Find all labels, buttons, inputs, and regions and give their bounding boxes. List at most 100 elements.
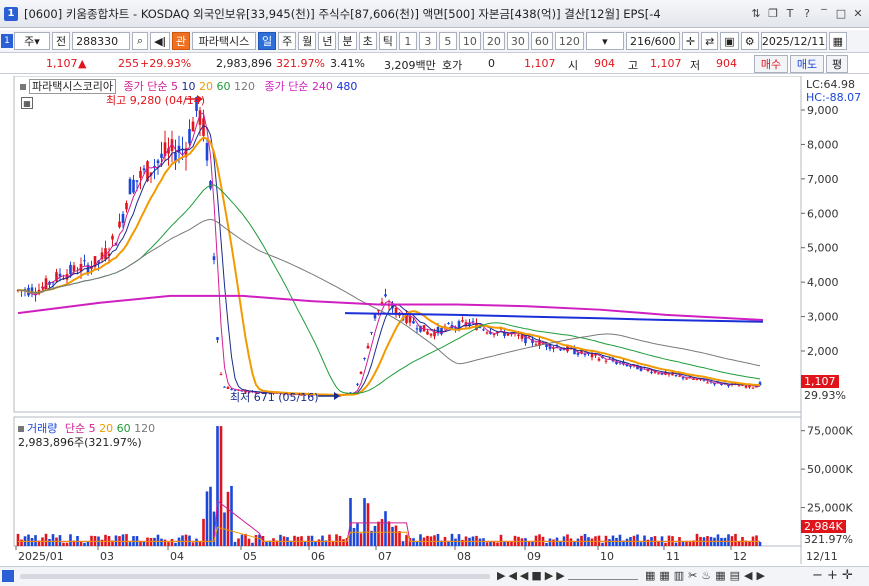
bar-count[interactable]: 216/600 [625, 32, 680, 50]
interval-60[interactable]: 60 [530, 32, 553, 50]
save-icon[interactable]: ▣ [720, 32, 739, 50]
close-icon[interactable]: ✕ [851, 6, 865, 20]
pin-icon[interactable]: T [783, 6, 797, 20]
sound-icon[interactable]: ◀ǀ [150, 32, 170, 50]
volume-bar [716, 534, 720, 546]
crosshair-icon[interactable]: ✛ [681, 32, 700, 50]
candle-body [597, 358, 601, 361]
volume-bar [240, 534, 244, 546]
price-tick-label: 5,000 [807, 242, 839, 255]
candle-body [226, 387, 230, 390]
period-week[interactable]: 주 [278, 32, 297, 50]
bid-label: 호가 [442, 59, 463, 72]
interval-1[interactable]: 1 [398, 32, 417, 50]
volume-bar [625, 538, 629, 546]
sell-button[interactable]: 매도 [790, 55, 824, 73]
period-tick[interactable]: 틱 [378, 32, 397, 50]
candle-body [692, 378, 695, 380]
period-minute[interactable]: 분 [338, 32, 357, 50]
interval-30[interactable]: 30 [506, 32, 529, 50]
low-arrow-head [334, 392, 340, 400]
volume-bar [590, 538, 594, 546]
zoom-slider[interactable] [568, 572, 638, 580]
period-type-select[interactable]: 주 ▾ [14, 32, 50, 50]
zoom-controls[interactable]: − + ✛ [812, 568, 853, 583]
period-second[interactable]: 초 [358, 32, 377, 50]
volume-bar [174, 542, 177, 546]
candle-body [650, 371, 653, 373]
x-tick-label: 2025/01 [18, 550, 64, 563]
last-pct-tag: 29.93% [804, 389, 846, 402]
link-icon[interactable]: ⇅ [749, 6, 763, 20]
change-value: 255 [118, 57, 139, 70]
candle-body [191, 121, 195, 132]
buy-button[interactable]: 매수 [754, 55, 788, 73]
interval-dropdown[interactable]: ▾ [585, 32, 624, 50]
interval-3[interactable]: 3 [418, 32, 437, 50]
volume-ratio: 321.97% [276, 57, 325, 70]
volume-bar [20, 539, 23, 546]
volume-bar [618, 534, 622, 546]
candle-body [447, 323, 450, 325]
stock-code-input[interactable]: 288330 [72, 32, 131, 50]
view-tools[interactable]: ▦▦▥✂♨▦▤◀▶ [645, 569, 769, 582]
volume-bar [153, 537, 156, 546]
volume-bar [205, 491, 209, 546]
volume-bar [688, 541, 692, 546]
calendar-icon[interactable]: ▦ [828, 32, 847, 50]
last-volume-tag: 2,984K [801, 520, 846, 533]
volume-bar [573, 541, 576, 546]
volume-bar [601, 542, 604, 546]
volume-bar [58, 535, 62, 546]
volume-bar [419, 534, 422, 546]
candle-body [604, 360, 608, 362]
help-icon[interactable]: ? [800, 6, 814, 20]
volume-bar [363, 498, 366, 546]
maximize-icon[interactable]: □ [834, 6, 848, 20]
volume-bar [755, 535, 758, 546]
volume-bar [293, 535, 296, 546]
compare-icon[interactable]: ⇄ [701, 32, 719, 50]
minimize-icon[interactable]: ‾ [817, 6, 831, 20]
interval-5[interactable]: 5 [438, 32, 457, 50]
settings-icon[interactable]: ⚙ [740, 32, 759, 50]
volume-bar [198, 541, 202, 546]
volume-bar [667, 535, 671, 546]
volume-bar [639, 542, 643, 546]
volume-value: 2,983,896 [216, 57, 272, 70]
candle-body [559, 349, 562, 351]
volume-bar [310, 535, 314, 546]
candle-body [485, 332, 489, 334]
period-year[interactable]: 년 [318, 32, 337, 50]
interval-20[interactable]: 20 [482, 32, 505, 50]
volume-bar [44, 533, 48, 546]
candle-body [160, 153, 163, 159]
x-tick-label: 03 [100, 550, 114, 563]
volume-bar [254, 535, 258, 546]
search-icon[interactable]: ⌕ [132, 32, 149, 50]
candle-body [517, 334, 520, 337]
volume-bar [51, 534, 55, 546]
volume-bar [279, 534, 282, 546]
prefix-button[interactable]: 전 [52, 32, 71, 50]
period-month[interactable]: 월 [298, 32, 317, 50]
chart-canvas[interactable]: 9,000 8,000 7,000 6,000 5,000 4,000 3,000 2,000… [0, 76, 869, 564]
interval-10[interactable]: 10 [458, 32, 481, 50]
scroll-left-icon[interactable] [2, 570, 14, 582]
volume-bar [27, 534, 30, 546]
candle-body [384, 294, 387, 297]
interval-120[interactable]: 120 [554, 32, 584, 50]
date-input[interactable]: 2025/12/11 [760, 32, 827, 50]
x-tick-label: 08 [457, 550, 471, 563]
scroll-track[interactable] [20, 574, 490, 579]
volume-bar [69, 534, 72, 546]
period-day[interactable]: 일 [257, 32, 277, 50]
volume-bar [366, 503, 370, 546]
volume-bar [496, 542, 499, 546]
trade-amount: 3,209백만 [384, 59, 436, 72]
more-button[interactable]: 평 [826, 55, 848, 73]
playback-controls[interactable]: ▶◀◀■▶▶ [497, 569, 568, 582]
last-vol-pct-tag: 321.97% [804, 533, 853, 546]
restore-icon[interactable]: ❐ [766, 6, 780, 20]
volume-text: 2,983,896주(321.97%) [18, 436, 142, 449]
